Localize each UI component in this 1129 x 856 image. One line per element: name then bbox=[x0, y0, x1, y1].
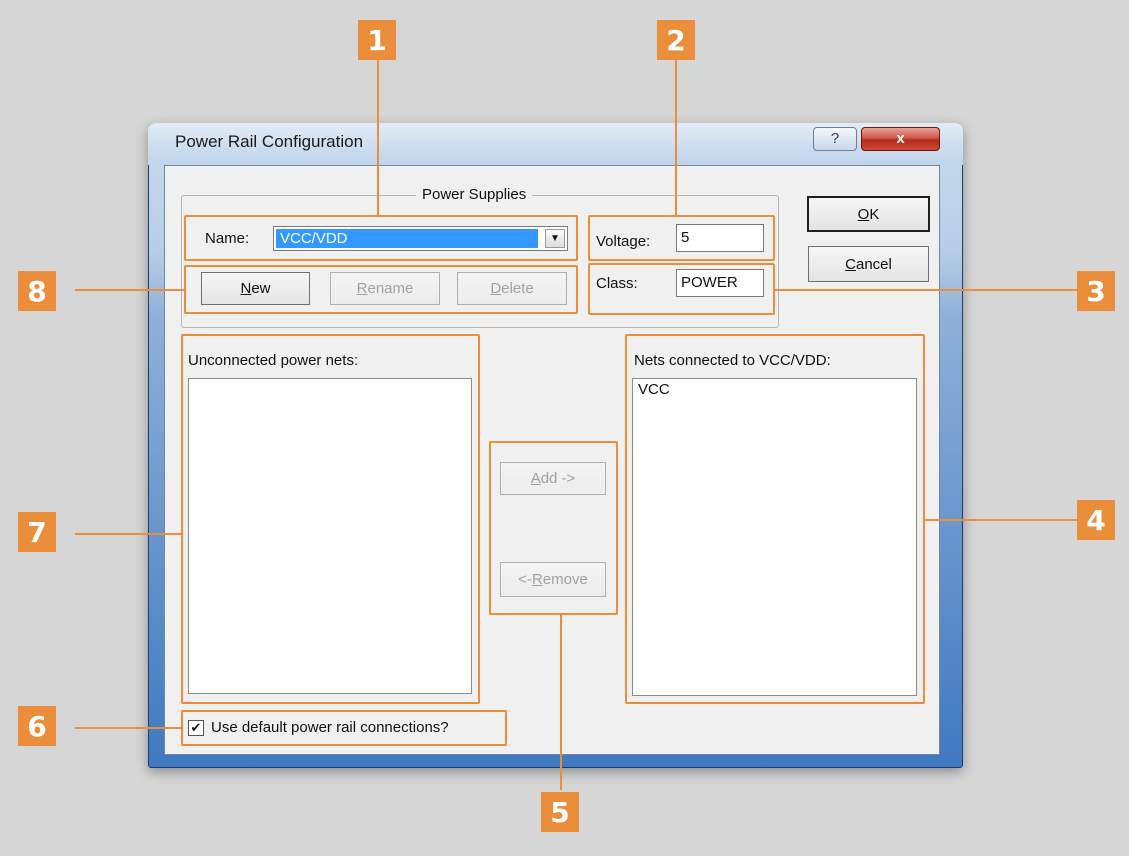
callout-marker-6: 6 bbox=[18, 706, 56, 746]
callout-marker-2: 2 bbox=[657, 20, 695, 60]
highlight-supply-buttons bbox=[184, 265, 578, 314]
callout-marker-3: 3 bbox=[1077, 271, 1115, 311]
close-button[interactable]: x bbox=[861, 127, 940, 151]
leader-line-2 bbox=[675, 60, 677, 215]
help-button[interactable]: ? bbox=[813, 127, 857, 151]
cancel-button-label: ancel bbox=[855, 255, 892, 273]
callout-marker-1: 1 bbox=[358, 20, 396, 60]
leader-line-6 bbox=[75, 727, 181, 729]
leader-line-3 bbox=[775, 289, 1077, 291]
callout-marker-4: 4 bbox=[1077, 500, 1115, 540]
ok-button-mnemonic: O bbox=[857, 205, 870, 223]
window-title: Power Rail Configuration bbox=[175, 132, 364, 151]
leader-line-8 bbox=[75, 289, 184, 291]
highlight-voltage-field bbox=[588, 215, 775, 261]
highlight-name-field bbox=[184, 215, 578, 261]
callout-marker-7: 7 bbox=[18, 512, 56, 552]
highlight-unconnected-list bbox=[181, 334, 480, 704]
cancel-button-mnemonic: C bbox=[845, 255, 856, 273]
leader-line-7 bbox=[75, 533, 181, 535]
callout-marker-5: 5 bbox=[541, 792, 579, 832]
leader-line-5 bbox=[560, 615, 562, 790]
ok-button[interactable]: OK bbox=[807, 196, 930, 232]
highlight-class-field bbox=[588, 263, 775, 315]
leader-line-4 bbox=[925, 519, 1077, 521]
callout-marker-8: 8 bbox=[18, 271, 56, 311]
leader-line-1 bbox=[377, 60, 379, 215]
highlight-connected-list bbox=[625, 334, 925, 704]
ok-button-label: K bbox=[869, 205, 880, 223]
power-supplies-group-label: Power Supplies bbox=[416, 186, 533, 203]
highlight-transfer-buttons bbox=[489, 441, 618, 615]
highlight-default-checkbox bbox=[181, 710, 507, 746]
cancel-button[interactable]: Cancel bbox=[808, 246, 929, 282]
